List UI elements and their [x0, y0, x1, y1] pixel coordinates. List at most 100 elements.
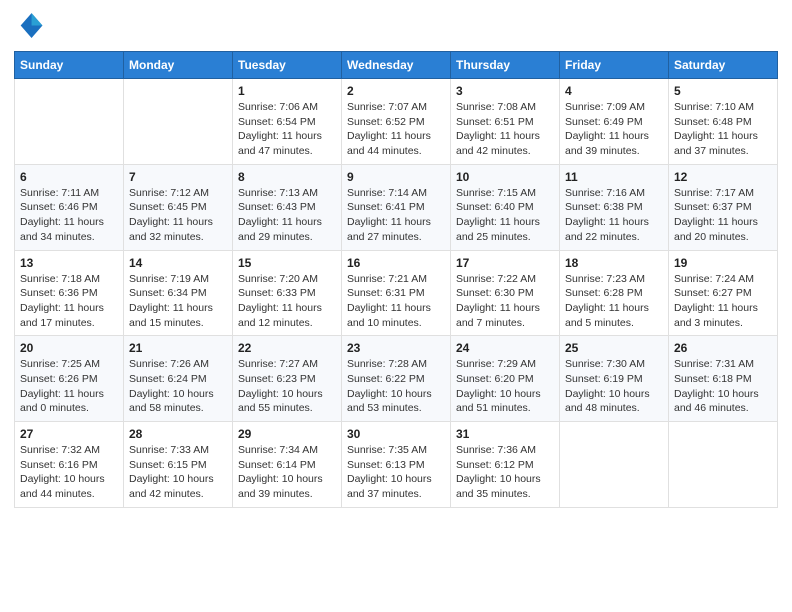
day-info: Sunrise: 7:08 AMSunset: 6:51 PMDaylight:…: [456, 100, 554, 159]
calendar-header-row: SundayMondayTuesdayWednesdayThursdayFrid…: [15, 52, 778, 79]
logo-icon: [16, 10, 44, 38]
day-info: Sunrise: 7:19 AMSunset: 6:34 PMDaylight:…: [129, 272, 227, 331]
day-number: 31: [456, 427, 554, 441]
calendar-day-cell: 14 Sunrise: 7:19 AMSunset: 6:34 PMDayligh…: [124, 250, 233, 336]
header: [14, 10, 778, 43]
calendar-header-cell: Sunday: [15, 52, 124, 79]
day-info: Sunrise: 7:20 AMSunset: 6:33 PMDaylight:…: [238, 272, 336, 331]
calendar-day-cell: 21Sunrise: 7:26 AMSunset: 6:24 PMDayligh…: [124, 336, 233, 422]
day-number: 16: [347, 256, 445, 270]
day-number: 6: [20, 170, 118, 184]
day-info: Sunrise: 7:29 AMSunset: 6:20 PMDaylight:…: [456, 357, 554, 416]
day-info: Sunrise: 7:23 AMSunset: 6:28 PMDaylight:…: [565, 272, 663, 331]
day-number: 13: [20, 256, 118, 270]
calendar-table: SundayMondayTuesdayWednesdayThursdayFrid…: [14, 51, 778, 508]
day-number: 28: [129, 427, 227, 441]
day-number: 19: [674, 256, 772, 270]
calendar-week-row: 20 Sunrise: 7:25 AMSunset: 6:26 PMDayligh…: [15, 336, 778, 422]
day-number: 14: [129, 256, 227, 270]
day-info: Sunrise: 7:31 AMSunset: 6:18 PMDaylight:…: [674, 357, 772, 416]
day-info: Sunrise: 7:17 AMSunset: 6:37 PMDaylight:…: [674, 186, 772, 245]
day-number: 11: [565, 170, 663, 184]
day-info: Sunrise: 7:11 AMSunset: 6:46 PMDaylight:…: [20, 186, 118, 245]
day-info: Sunrise: 7:06 AMSunset: 6:54 PMDaylight:…: [238, 100, 336, 159]
calendar-day-cell: [15, 79, 124, 165]
day-number: 18: [565, 256, 663, 270]
day-info: Sunrise: 7:25 AMSunset: 6:26 PMDaylight:…: [20, 357, 118, 416]
calendar-header-cell: Tuesday: [233, 52, 342, 79]
day-info: Sunrise: 7:28 AMSunset: 6:22 PMDaylight:…: [347, 357, 445, 416]
calendar-day-cell: 1 Sunrise: 7:06 AMSunset: 6:54 PMDaylight…: [233, 79, 342, 165]
day-info: Sunrise: 7:13 AMSunset: 6:43 PMDaylight:…: [238, 186, 336, 245]
day-info: Sunrise: 7:10 AMSunset: 6:48 PMDaylight:…: [674, 100, 772, 159]
day-info: Sunrise: 7:14 AMSunset: 6:41 PMDaylight:…: [347, 186, 445, 245]
day-number: 20: [20, 341, 118, 355]
calendar-day-cell: 27 Sunrise: 7:32 AMSunset: 6:16 PMDayligh…: [15, 422, 124, 508]
day-info: Sunrise: 7:15 AMSunset: 6:40 PMDaylight:…: [456, 186, 554, 245]
day-info: Sunrise: 7:32 AMSunset: 6:16 PMDaylight:…: [20, 443, 118, 502]
day-info: Sunrise: 7:18 AMSunset: 6:36 PMDaylight:…: [20, 272, 118, 331]
calendar-day-cell: 17Sunrise: 7:22 AMSunset: 6:30 PMDayligh…: [451, 250, 560, 336]
calendar-day-cell: 30 Sunrise: 7:35 AMSunset: 6:13 PMDayligh…: [342, 422, 451, 508]
page: SundayMondayTuesdayWednesdayThursdayFrid…: [0, 0, 792, 612]
calendar-header-cell: Monday: [124, 52, 233, 79]
day-info: Sunrise: 7:30 AMSunset: 6:19 PMDaylight:…: [565, 357, 663, 416]
calendar-day-cell: 28 Sunrise: 7:33 AMSunset: 6:15 PMDayligh…: [124, 422, 233, 508]
day-number: 9: [347, 170, 445, 184]
calendar-header-cell: Friday: [560, 52, 669, 79]
day-info: Sunrise: 7:36 AMSunset: 6:12 PMDaylight:…: [456, 443, 554, 502]
calendar-day-cell: 25 Sunrise: 7:30 AMSunset: 6:19 PMDayligh…: [560, 336, 669, 422]
day-number: 10: [456, 170, 554, 184]
calendar-header: SundayMondayTuesdayWednesdayThursdayFrid…: [15, 52, 778, 79]
calendar-day-cell: 15 Sunrise: 7:20 AMSunset: 6:33 PMDayligh…: [233, 250, 342, 336]
day-number: 21: [129, 341, 227, 355]
day-info: Sunrise: 7:33 AMSunset: 6:15 PMDaylight:…: [129, 443, 227, 502]
calendar-day-cell: [124, 79, 233, 165]
calendar-day-cell: 12 Sunrise: 7:17 AMSunset: 6:37 PMDayligh…: [669, 164, 778, 250]
day-number: 5: [674, 84, 772, 98]
calendar-day-cell: [669, 422, 778, 508]
day-info: Sunrise: 7:24 AMSunset: 6:27 PMDaylight:…: [674, 272, 772, 331]
day-number: 15: [238, 256, 336, 270]
day-number: 1: [238, 84, 336, 98]
calendar-header-cell: Thursday: [451, 52, 560, 79]
day-number: 12: [674, 170, 772, 184]
day-number: 25: [565, 341, 663, 355]
calendar-day-cell: 18 Sunrise: 7:23 AMSunset: 6:28 PMDayligh…: [560, 250, 669, 336]
calendar-day-cell: 10 Sunrise: 7:15 AMSunset: 6:40 PMDayligh…: [451, 164, 560, 250]
day-number: 8: [238, 170, 336, 184]
calendar-week-row: 27 Sunrise: 7:32 AMSunset: 6:16 PMDayligh…: [15, 422, 778, 508]
calendar-day-cell: 16Sunrise: 7:21 AMSunset: 6:31 PMDayligh…: [342, 250, 451, 336]
day-info: Sunrise: 7:27 AMSunset: 6:23 PMDaylight:…: [238, 357, 336, 416]
calendar-day-cell: 3Sunrise: 7:08 AMSunset: 6:51 PMDaylight…: [451, 79, 560, 165]
calendar-day-cell: 8 Sunrise: 7:13 AMSunset: 6:43 PMDaylight…: [233, 164, 342, 250]
day-number: 23: [347, 341, 445, 355]
day-number: 26: [674, 341, 772, 355]
calendar-day-cell: 2Sunrise: 7:07 AMSunset: 6:52 PMDaylight…: [342, 79, 451, 165]
calendar-body: 1 Sunrise: 7:06 AMSunset: 6:54 PMDaylight…: [15, 79, 778, 508]
day-number: 7: [129, 170, 227, 184]
calendar-header-cell: Saturday: [669, 52, 778, 79]
calendar-day-cell: 23 Sunrise: 7:28 AMSunset: 6:22 PMDayligh…: [342, 336, 451, 422]
day-number: 17: [456, 256, 554, 270]
calendar-week-row: 1 Sunrise: 7:06 AMSunset: 6:54 PMDaylight…: [15, 79, 778, 165]
day-number: 2: [347, 84, 445, 98]
calendar-day-cell: 29Sunrise: 7:34 AMSunset: 6:14 PMDayligh…: [233, 422, 342, 508]
day-number: 22: [238, 341, 336, 355]
calendar-day-cell: 11 Sunrise: 7:16 AMSunset: 6:38 PMDayligh…: [560, 164, 669, 250]
calendar-day-cell: 7Sunrise: 7:12 AMSunset: 6:45 PMDaylight…: [124, 164, 233, 250]
calendar-day-cell: 22 Sunrise: 7:27 AMSunset: 6:23 PMDayligh…: [233, 336, 342, 422]
calendar-day-cell: 5 Sunrise: 7:10 AMSunset: 6:48 PMDaylight…: [669, 79, 778, 165]
calendar-day-cell: 4Sunrise: 7:09 AMSunset: 6:49 PMDaylight…: [560, 79, 669, 165]
day-number: 30: [347, 427, 445, 441]
day-number: 27: [20, 427, 118, 441]
calendar-day-cell: 31 Sunrise: 7:36 AMSunset: 6:12 PMDayligh…: [451, 422, 560, 508]
calendar-day-cell: 9 Sunrise: 7:14 AMSunset: 6:41 PMDaylight…: [342, 164, 451, 250]
calendar-day-cell: 20 Sunrise: 7:25 AMSunset: 6:26 PMDayligh…: [15, 336, 124, 422]
day-info: Sunrise: 7:35 AMSunset: 6:13 PMDaylight:…: [347, 443, 445, 502]
day-number: 29: [238, 427, 336, 441]
day-info: Sunrise: 7:16 AMSunset: 6:38 PMDaylight:…: [565, 186, 663, 245]
logo: [14, 10, 44, 43]
day-info: Sunrise: 7:09 AMSunset: 6:49 PMDaylight:…: [565, 100, 663, 159]
calendar-day-cell: 13 Sunrise: 7:18 AMSunset: 6:36 PMDayligh…: [15, 250, 124, 336]
